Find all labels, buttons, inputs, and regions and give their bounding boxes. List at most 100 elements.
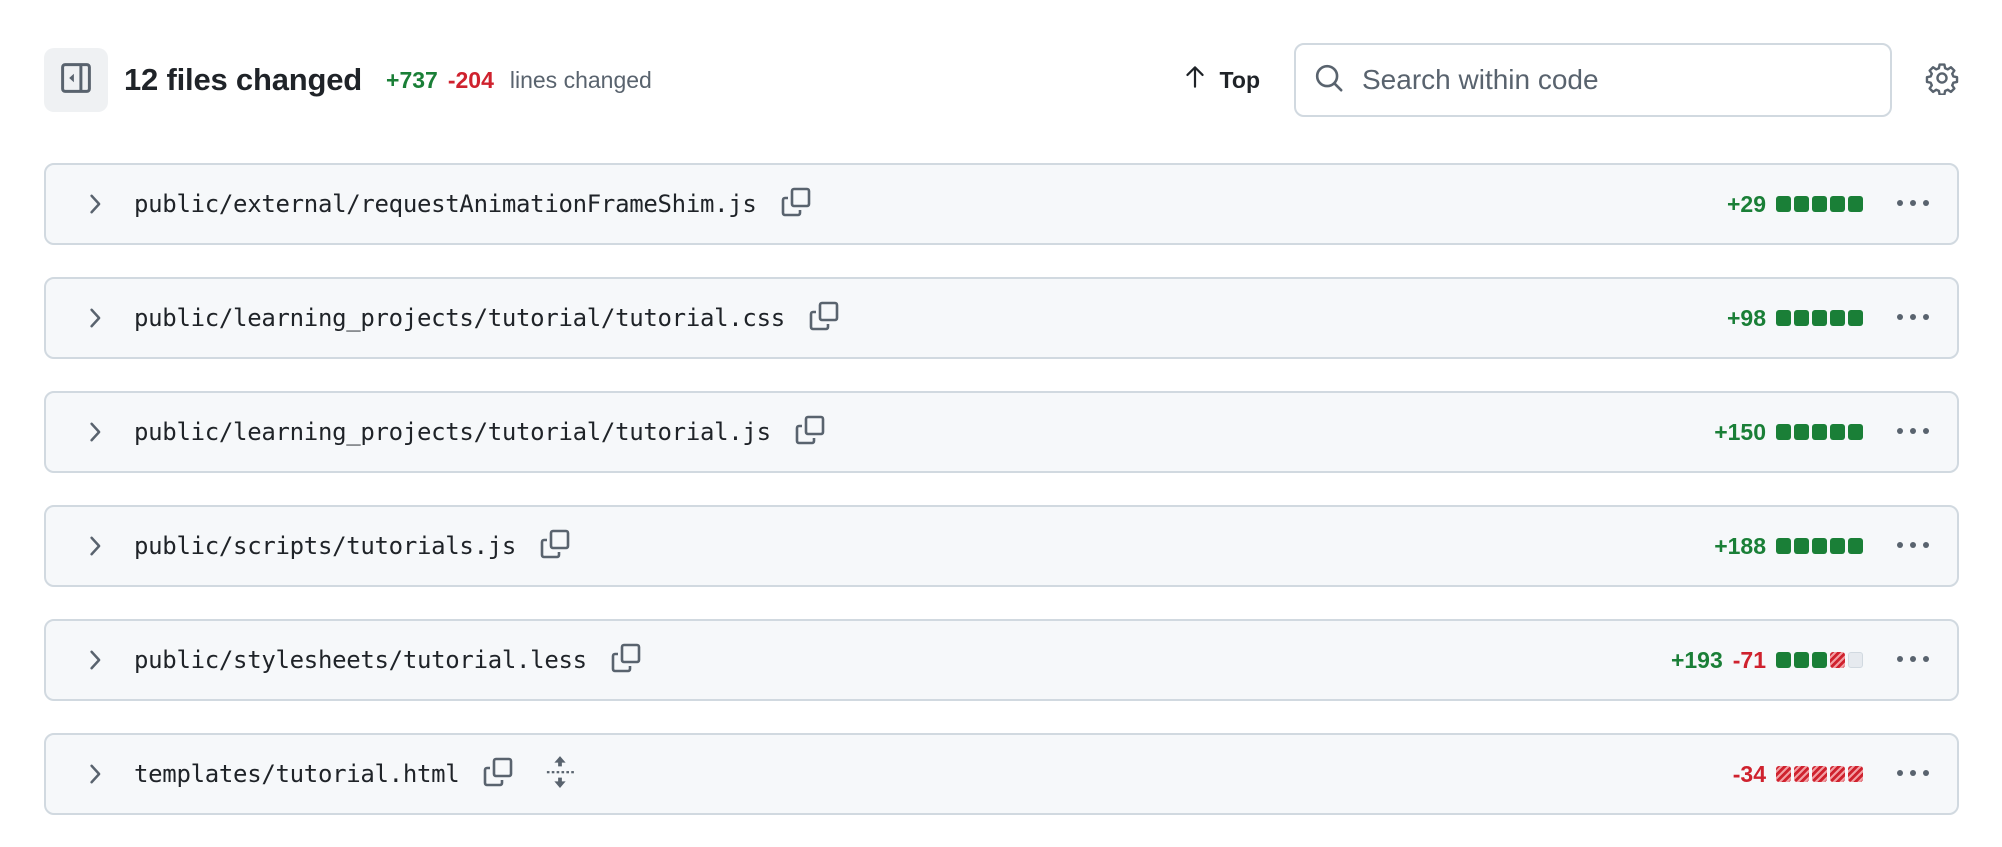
copy-path-button[interactable] — [538, 529, 572, 563]
diffstat-block-added — [1776, 424, 1791, 440]
file-path[interactable]: public/learning_projects/tutorial/tutori… — [134, 304, 785, 332]
file-options-button[interactable] — [1893, 303, 1933, 333]
diffstat-block-added — [1812, 310, 1827, 326]
diffstat-bar — [1776, 196, 1863, 212]
kebab-horizontal-icon — [1895, 537, 1931, 555]
copy-path-button[interactable] — [481, 757, 515, 791]
diff-stats: +193 -71 — [1671, 645, 1933, 675]
diff-stats: +98 — [1727, 303, 1933, 333]
copy-icon — [794, 414, 826, 451]
diffstat-block-added — [1776, 538, 1791, 554]
file-additions: +193 — [1670, 646, 1723, 673]
copy-icon — [808, 300, 840, 337]
top-button[interactable]: Top — [1166, 52, 1278, 108]
file-additions: +29 — [1726, 190, 1766, 217]
file-list: public/external/requestAnimationFrameShi… — [44, 163, 1959, 847]
diffstat-bar — [1776, 538, 1863, 554]
sidebar-toggle-button[interactable] — [44, 48, 108, 112]
kebab-horizontal-icon — [1895, 195, 1931, 213]
file-path[interactable]: public/learning_projects/tutorial/tutori… — [134, 418, 771, 446]
diffstat-block-added — [1830, 538, 1845, 554]
diffstat-bar — [1776, 652, 1863, 668]
copy-path-button[interactable] — [807, 301, 841, 335]
diffstat-block-added — [1812, 652, 1827, 668]
chevron-right-icon[interactable] — [84, 649, 106, 671]
diffstat-bar — [1776, 766, 1863, 782]
copy-path-button[interactable] — [793, 415, 827, 449]
file-row[interactable]: public/scripts/tutorials.js +188 — [44, 505, 1959, 587]
file-additions: +188 — [1714, 532, 1766, 559]
total-deletions: -204 — [447, 66, 494, 93]
file-path[interactable]: public/stylesheets/tutorial.less — [134, 646, 587, 674]
lines-changed-label: lines changed — [509, 66, 652, 93]
kebab-horizontal-icon — [1895, 765, 1931, 783]
copy-path-button[interactable] — [779, 187, 813, 221]
chevron-right-icon[interactable] — [84, 763, 106, 785]
copy-icon — [482, 756, 514, 793]
file-options-button[interactable] — [1893, 531, 1933, 561]
diff-stats: +150 — [1714, 417, 1933, 447]
chevron-right-icon[interactable] — [84, 421, 106, 443]
search-input[interactable] — [1360, 63, 1872, 97]
diffstat-block-added — [1794, 424, 1809, 440]
file-options-button[interactable] — [1893, 645, 1933, 675]
files-changed-header: 12 files changed +737 -204 lines changed… — [44, 42, 1962, 118]
file-options-button[interactable] — [1893, 417, 1933, 447]
page-title: 12 files changed — [124, 62, 363, 97]
gear-icon — [1925, 61, 1959, 100]
kebab-horizontal-icon — [1895, 423, 1931, 441]
expand-all-button[interactable] — [543, 755, 577, 794]
diffstat-bar — [1776, 424, 1863, 440]
file-additions: +98 — [1726, 304, 1766, 331]
file-path[interactable]: public/external/requestAnimationFrameShi… — [134, 190, 757, 218]
diffstat-block-added — [1812, 538, 1827, 554]
diffstat-block-added — [1776, 310, 1791, 326]
diffstat-block-added — [1848, 538, 1863, 554]
copy-icon — [610, 642, 642, 679]
diffstat-block-deleted — [1812, 766, 1827, 782]
diffstat-block-added — [1848, 310, 1863, 326]
kebab-horizontal-icon — [1895, 651, 1931, 669]
file-row[interactable]: public/external/requestAnimationFrameShi… — [44, 163, 1959, 245]
file-options-button[interactable] — [1893, 189, 1933, 219]
diffstat-block-deleted — [1794, 766, 1809, 782]
diffstat-block-deleted — [1830, 652, 1845, 668]
diffstat-block-added — [1812, 196, 1827, 212]
sidebar-collapse-icon — [59, 61, 93, 100]
arrow-up-icon — [1184, 64, 1206, 96]
file-path[interactable]: templates/tutorial.html — [134, 760, 460, 788]
diffstat-block-added — [1794, 652, 1809, 668]
chevron-right-icon[interactable] — [84, 535, 106, 557]
diffstat-block-added — [1776, 652, 1791, 668]
total-additions: +737 — [386, 66, 438, 93]
file-deletions: -71 — [1732, 646, 1766, 673]
diffstat-block-added — [1794, 196, 1809, 212]
copy-icon — [539, 528, 571, 565]
diffstat-block-deleted — [1776, 766, 1791, 782]
file-row[interactable]: public/learning_projects/tutorial/tutori… — [44, 391, 1959, 473]
diffstat-block-added — [1848, 196, 1863, 212]
diffstat-block-added — [1848, 424, 1863, 440]
chevron-right-icon[interactable] — [84, 307, 106, 329]
search-icon — [1314, 63, 1344, 98]
diffstat-block-added — [1794, 538, 1809, 554]
unfold-icon — [545, 755, 575, 794]
copy-path-button[interactable] — [609, 643, 643, 677]
diffstat-block-added — [1830, 196, 1845, 212]
settings-button[interactable] — [1922, 60, 1962, 100]
chevron-right-icon[interactable] — [84, 193, 106, 215]
file-path[interactable]: public/scripts/tutorials.js — [134, 532, 516, 560]
diff-stats: -34 — [1733, 759, 1933, 789]
diffstat-bar — [1776, 310, 1863, 326]
search-box[interactable] — [1294, 43, 1892, 117]
kebab-horizontal-icon — [1895, 309, 1931, 327]
diffstat-block-added — [1830, 310, 1845, 326]
file-options-button[interactable] — [1893, 759, 1933, 789]
diffstat-block-neutral — [1848, 652, 1863, 668]
diffstat-block-added — [1812, 424, 1827, 440]
diff-stats: +29 — [1727, 189, 1933, 219]
file-row[interactable]: public/stylesheets/tutorial.less +193 -7… — [44, 619, 1959, 701]
file-row[interactable]: public/learning_projects/tutorial/tutori… — [44, 277, 1959, 359]
file-row[interactable]: templates/tutorial.html -34 — [44, 733, 1959, 815]
file-additions: +150 — [1714, 418, 1766, 445]
